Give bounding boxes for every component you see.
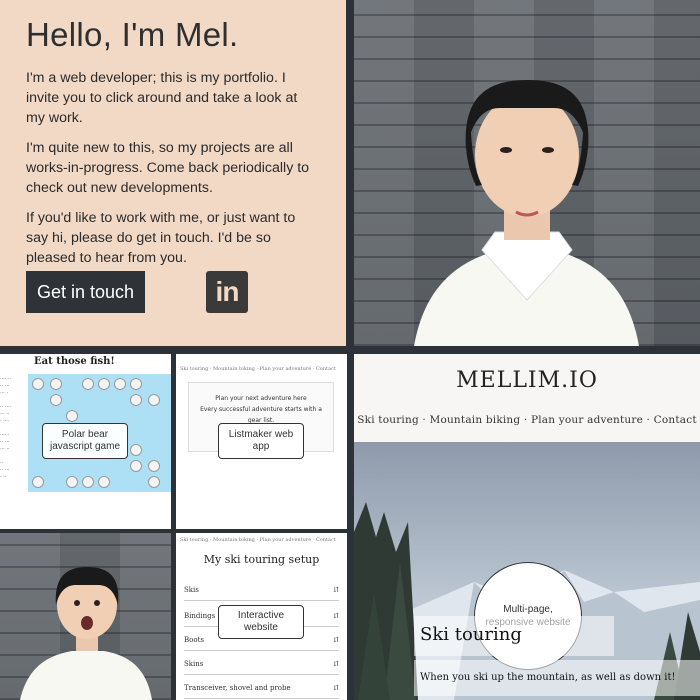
skisetup-row: Skins ⇵ [184,653,339,675]
selfie-figure [20,567,152,700]
fish-icon [32,378,44,390]
fish-icon [148,460,160,472]
skisetup-label: Interactive website [218,605,304,639]
skisetup-row: Skis ⇵ [184,579,339,601]
skisetup-row: Transceiver, shovel and probe ⇵ [184,677,339,699]
skisetup-heading: My ski touring setup [203,553,320,566]
polar-bear-game-card[interactable]: Eat those fish! ···· ·· ·· ··· ··· · ·· ···… [0,354,171,529]
linkedin-icon[interactable]: in [206,271,248,313]
fish-icon [130,444,142,456]
ski-touring-banner-text: When you ski up the mountain, as well as… [414,660,700,696]
mellim-menu: Ski touring · Mountain biking · Plan you… [357,414,697,426]
fish-icon [130,394,142,406]
polar-game-title: Eat those fish! [34,356,115,367]
listmaker-nav: Ski touring · Mountain biking · Plan you… [180,366,336,372]
polar-game-sidebar-text: ···· ·· ·· ··· ··· · ·· ···· ··· ·· · ···· ···… [0,376,12,480]
listmaker-line-1: Plan your next adventure here [215,395,307,402]
skisetup-row-label: Bindings [184,611,216,620]
intro-paragraph-2: I'm quite new to this, so my projects ar… [26,140,310,196]
fish-icon [32,476,44,488]
mellim-menu-contact[interactable]: Contact [654,414,697,426]
fish-icon [66,410,78,422]
intro-heading: Hello, I'm Mel. [26,16,239,53]
chevron-icon: ⇵ [333,611,339,620]
intro-panel: Hello, I'm Mel. I'm a web developer; thi… [0,0,346,346]
chevron-icon: ⇵ [333,659,339,668]
mellim-menu-plan-adventure[interactable]: Plan your adventure [531,414,643,426]
ski-touring-banner-title: Ski touring [414,616,614,656]
fish-icon [114,378,126,390]
mellim-brand: MELLIM.IO [456,368,598,393]
fish-icon [148,394,160,406]
portfolio-grid: Hello, I'm Mel. I'm a web developer; thi… [0,0,700,700]
polar-game-label: Polar bear javascript game [42,423,128,459]
mountain-hero-image: Multi-page, responsive website Ski touri… [354,442,700,700]
intro-actions: Get in touch in [26,271,248,313]
skisetup-row-label: Skins [184,659,204,668]
mellim-menu-ski-touring[interactable]: Ski touring [357,414,419,426]
portrait-figure [414,80,639,346]
chevron-icon: ⇵ [333,683,339,692]
mellim-website-card[interactable]: MELLIM.IO Ski touring · Mountain biking … [354,354,700,700]
skisetup-row-label: Boots [184,635,204,644]
fish-icon [50,394,62,406]
listmaker-card[interactable]: Ski touring · Mountain biking · Plan you… [176,354,347,529]
ski-setup-card[interactable]: Ski touring · Mountain biking · Plan you… [176,533,347,700]
fish-icon [82,476,94,488]
mellim-menu-mountain-biking[interactable]: Mountain biking [430,414,521,426]
skisetup-row-label: Transceiver, shovel and probe [184,683,291,692]
fish-icon [82,378,94,390]
fish-icon [148,476,160,488]
fish-icon [130,378,142,390]
intro-paragraph-1: I'm a web developer; this is my portfoli… [26,70,298,126]
chevron-icon: ⇵ [333,635,339,644]
get-in-touch-button[interactable]: Get in touch [26,271,145,313]
skisetup-row-label: Skis [184,585,199,594]
listmaker-label: Listmaker web app [218,423,304,459]
fish-icon [130,460,142,472]
chevron-icon: ⇵ [333,585,339,594]
surprised-photo [0,533,171,700]
fish-icon [98,476,110,488]
fish-icon [98,378,110,390]
fish-icon [66,476,78,488]
skisetup-nav: Ski touring · Mountain biking · Plan you… [180,537,336,543]
portrait-photo [354,0,700,346]
fish-icon [50,378,62,390]
intro-paragraph-3: If you'd like to work with me, or just w… [26,210,296,266]
